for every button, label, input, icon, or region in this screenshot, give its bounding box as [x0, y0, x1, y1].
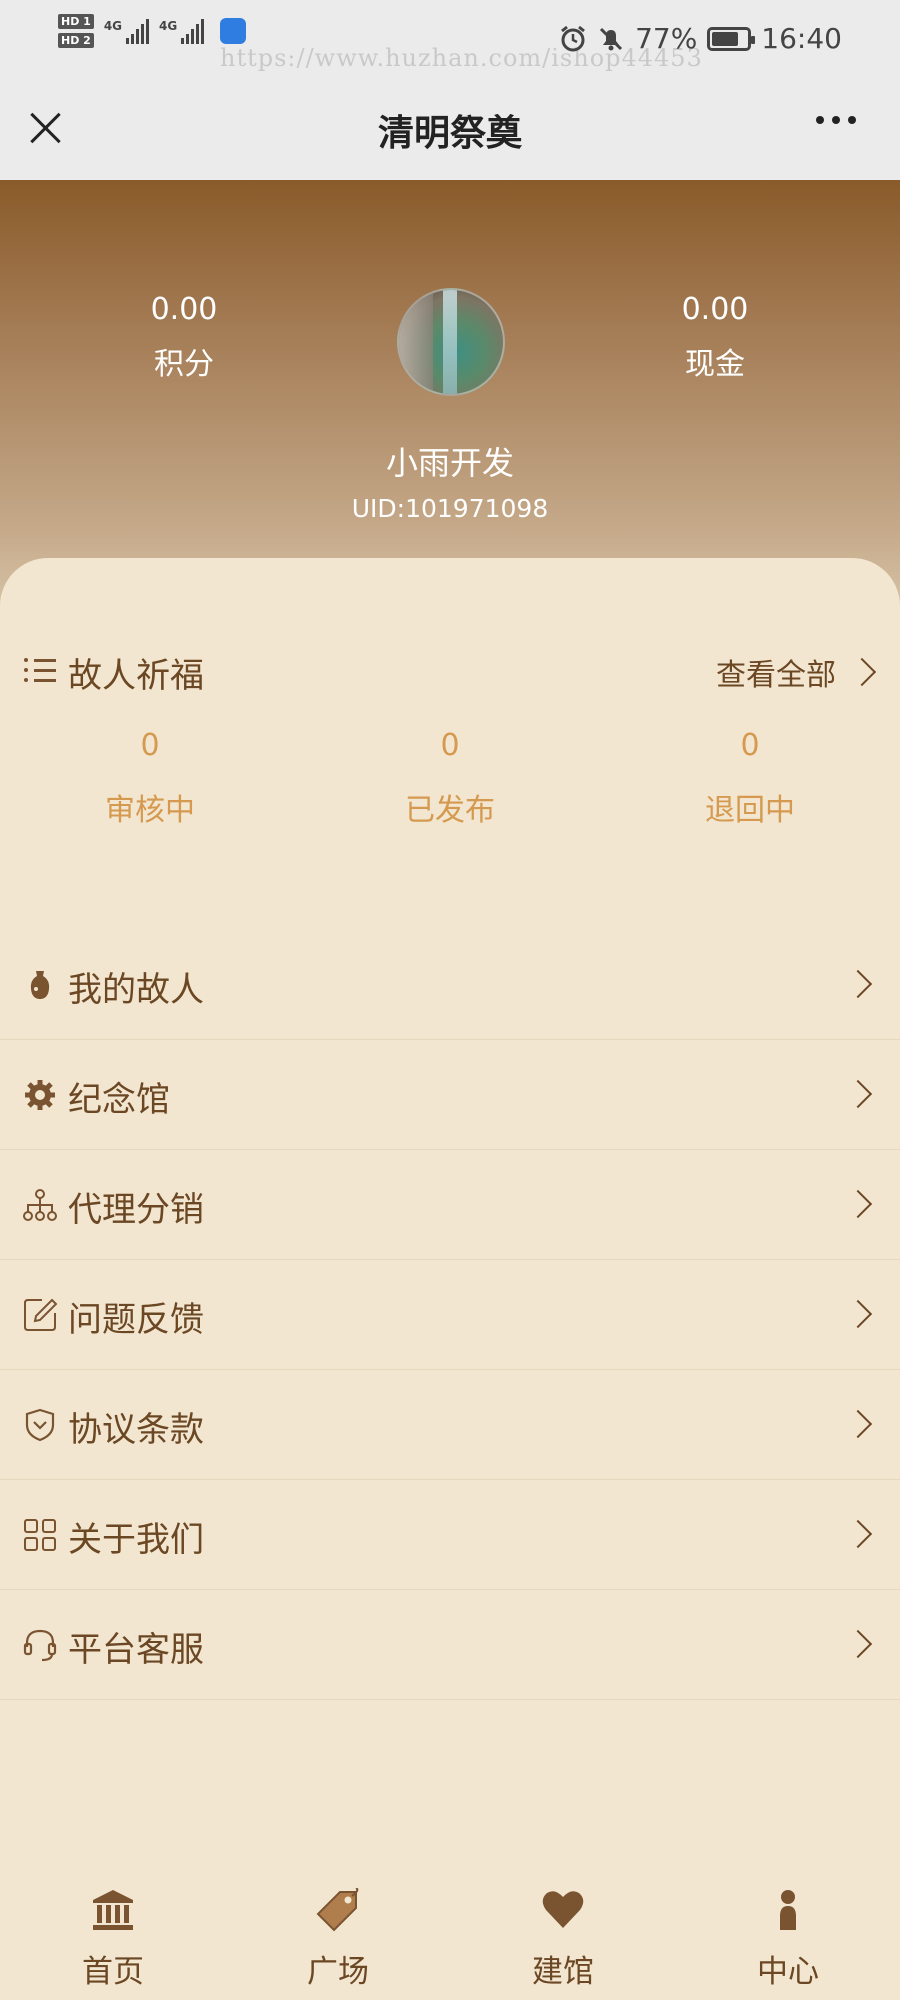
tag-icon	[316, 1888, 359, 1932]
menu-item-customer-service[interactable]: 平台客服	[0, 1590, 900, 1700]
chevron-right-icon	[843, 1519, 873, 1549]
prayers-title: 故人祈福	[68, 656, 204, 696]
menu-item-memorial-hall[interactable]: 纪念馆	[0, 1040, 900, 1150]
chevron-right-icon	[843, 1629, 873, 1659]
menu-item-my-deceased[interactable]: 我的故人	[0, 930, 900, 1040]
count-reviewing[interactable]: 0 审核中	[50, 728, 250, 829]
menu-item-label: 我的故人	[68, 970, 204, 1010]
tab-home[interactable]: 首页	[33, 1870, 193, 2000]
count-published[interactable]: 0 已发布	[350, 728, 550, 829]
signal-2-icon: 4G	[159, 18, 205, 44]
tab-label: 建馆	[532, 1954, 594, 1990]
network-icon	[23, 1189, 57, 1221]
chevron-right-icon	[843, 1409, 873, 1439]
chevron-right-icon	[843, 1299, 873, 1329]
content-card: 故人祈福 查看全部 0 审核中 0 已发布 0 退回中 我的故人 纪念馆 代理分…	[0, 558, 900, 1858]
chevron-right-icon	[843, 1079, 873, 1109]
alarm-icon	[561, 25, 585, 51]
hd2-badge: HD 2	[58, 33, 94, 48]
avatar[interactable]	[397, 288, 505, 396]
tab-center[interactable]: 中心	[708, 1870, 868, 2000]
user-uid: UID:101971098	[351, 494, 549, 523]
cash-label: 现金	[685, 347, 745, 382]
nav-bar: 清明祭奠	[0, 80, 900, 180]
tab-label: 广场	[307, 1954, 369, 1990]
menu-item-about-us[interactable]: 关于我们	[0, 1480, 900, 1590]
more-icon[interactable]	[816, 116, 856, 124]
menu-item-terms[interactable]: 协议条款	[0, 1370, 900, 1480]
page-title: 清明祭奠	[377, 113, 522, 154]
urn-icon	[30, 971, 50, 999]
battery-percent: 77%	[635, 22, 698, 55]
signal-2-label: 4G	[159, 18, 178, 33]
status-right: 77% 16:40	[559, 22, 842, 55]
grid-icon	[24, 1519, 56, 1551]
chevron-right-icon	[843, 969, 873, 999]
menu-list: 我的故人 纪念馆 代理分销 问题反馈 协议条款 关于我们 平台客服	[0, 930, 900, 1700]
menu-item-feedback[interactable]: 问题反馈	[0, 1260, 900, 1370]
tab-label: 中心	[757, 1954, 819, 1990]
user-name: 小雨开发	[385, 444, 514, 482]
points-label: 积分	[154, 347, 214, 382]
menu-item-label: 平台客服	[68, 1630, 204, 1670]
prayers-section-header: 故人祈福 查看全部	[0, 648, 900, 698]
menu-item-label: 代理分销	[68, 1190, 204, 1230]
hd1-badge: HD 1	[58, 14, 94, 29]
view-all-link[interactable]: 查看全部	[716, 650, 877, 694]
count-value: 0	[140, 728, 160, 763]
gear-icon	[25, 1080, 55, 1110]
tab-build-hall[interactable]: 建馆	[483, 1870, 643, 2000]
count-label: 退回中	[705, 793, 795, 828]
count-label: 已发布	[405, 793, 495, 828]
heart-icon	[542, 1891, 584, 1928]
mute-bell-icon	[600, 27, 623, 50]
edit-icon	[24, 1298, 58, 1331]
count-value: 0	[440, 728, 460, 763]
count-label: 审核中	[105, 793, 195, 828]
cash-value: 0.00	[681, 292, 749, 327]
menu-item-label: 协议条款	[68, 1410, 204, 1450]
clock-time: 16:40	[761, 22, 842, 55]
points-value: 0.00	[150, 292, 218, 327]
bottom-tab-bar: 首页 广场 建馆 中心	[0, 1870, 900, 2000]
cash-stat[interactable]: 0.00 现金	[615, 292, 815, 383]
chevron-right-icon	[843, 1189, 873, 1219]
menu-item-agent-distribution[interactable]: 代理分销	[0, 1150, 900, 1260]
chevron-right-icon	[847, 657, 877, 687]
hd-indicators: HD 1 HD 2	[58, 14, 94, 48]
prayer-counts: 0 审核中 0 已发布 0 退回中	[0, 728, 900, 838]
battery-icon	[707, 26, 756, 51]
signal-1-icon: 4G	[103, 18, 150, 44]
list-icon	[24, 656, 56, 684]
menu-item-label: 问题反馈	[68, 1300, 204, 1340]
points-stat[interactable]: 0.00 积分	[84, 292, 284, 383]
tab-label: 首页	[82, 1954, 144, 1990]
menu-item-label: 纪念馆	[68, 1080, 170, 1120]
status-bar: HD 1 HD 2 4G 4G https://www.huzhan.com/i…	[0, 0, 900, 80]
count-returned[interactable]: 0 退回中	[650, 728, 850, 829]
person-icon	[780, 1890, 796, 1930]
menu-item-label: 关于我们	[68, 1520, 204, 1560]
headset-icon	[23, 1629, 57, 1662]
tab-plaza[interactable]: 广场	[258, 1870, 418, 2000]
temple-icon	[93, 1890, 133, 1930]
shield-icon	[25, 1408, 55, 1442]
view-all-label: 查看全部	[716, 658, 836, 693]
count-value: 0	[740, 728, 760, 763]
profile-header: 0.00 积分 0.00 现金 小雨开发 UID:101971098	[0, 180, 900, 610]
status-left: HD 1 HD 2 4G 4G	[58, 14, 247, 48]
signal-1-label: 4G	[103, 18, 123, 33]
app-notification-icon	[220, 18, 247, 44]
